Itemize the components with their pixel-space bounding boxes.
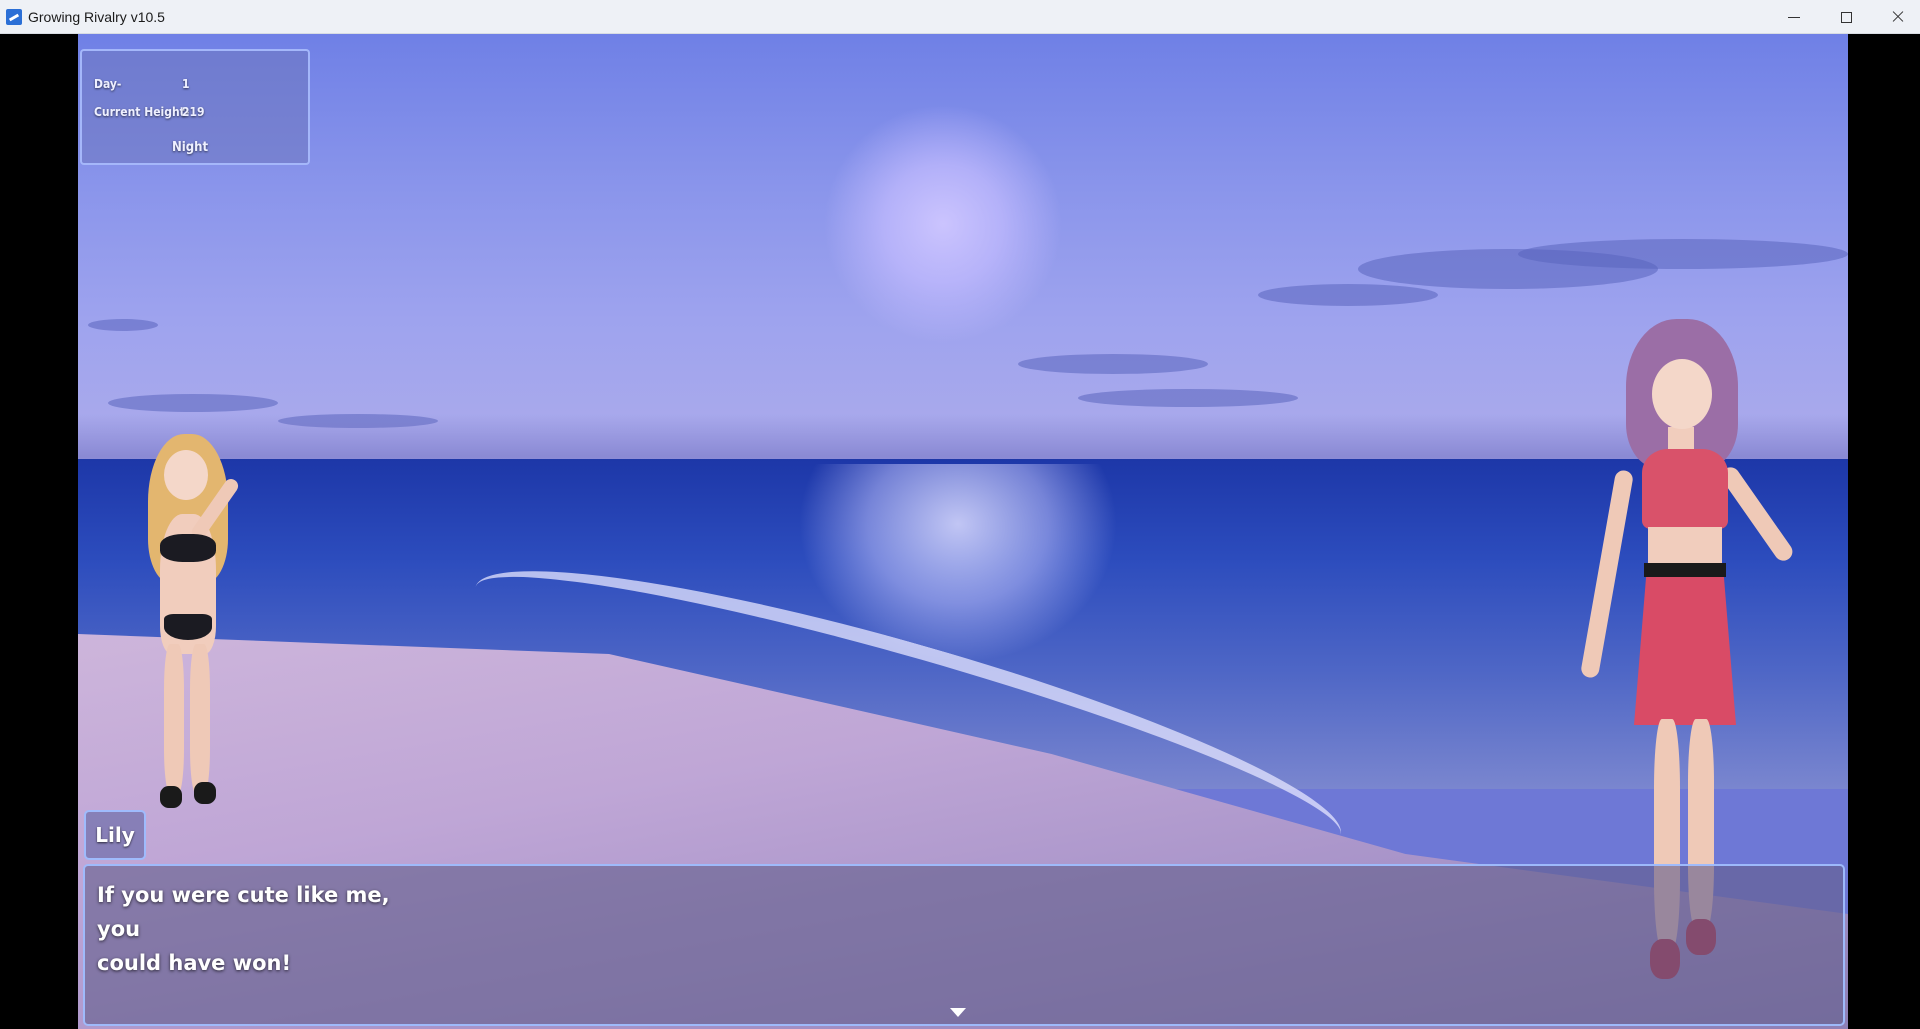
- cloud: [1018, 354, 1208, 374]
- character-top: [1642, 449, 1728, 529]
- window-title: Growing Rivalry v10.5: [28, 9, 165, 25]
- maximize-button[interactable]: [1820, 0, 1872, 34]
- character-face: [164, 450, 208, 500]
- cloud: [1258, 284, 1438, 306]
- minimize-icon: [1788, 16, 1800, 18]
- cloud: [1078, 389, 1298, 407]
- minimize-button[interactable]: [1768, 0, 1820, 34]
- character-shoe: [160, 786, 182, 808]
- character-arm: [1579, 469, 1635, 679]
- dialog-line: could have won!: [97, 951, 292, 975]
- character-blonde-bikini: [128, 434, 268, 814]
- continue-arrow-icon[interactable]: [950, 1008, 966, 1017]
- character-skirt: [1634, 575, 1736, 725]
- close-icon: [1891, 10, 1905, 24]
- character-midriff: [1648, 527, 1722, 567]
- dialog-line: If you were cute like me, you: [97, 883, 390, 941]
- character-face: [1652, 359, 1712, 429]
- maximize-icon: [1840, 11, 1852, 23]
- day-value: 1: [182, 77, 190, 91]
- cloud: [88, 319, 158, 331]
- status-hud: Day- 1 Current Height- 219 Night: [80, 49, 310, 165]
- character-bikini-bottom: [164, 614, 212, 640]
- character-shoe: [194, 782, 216, 804]
- dialog-box[interactable]: If you were cute like me, you could have…: [83, 864, 1845, 1026]
- window-titlebar: Growing Rivalry v10.5: [0, 0, 1920, 34]
- speaker-name-box: Lily: [84, 810, 146, 860]
- height-value: 219: [182, 105, 205, 119]
- game-viewport[interactable]: Day- 1 Current Height- 219 Night Lily If…: [78, 34, 1848, 1029]
- app-icon: [6, 9, 22, 25]
- height-label: Current Height-: [94, 105, 190, 119]
- character-leg: [164, 644, 184, 794]
- dialog-text: If you were cute like me, you could have…: [97, 878, 397, 980]
- character-arm: [1718, 463, 1796, 565]
- character-bikini-top: [160, 534, 216, 562]
- character-belt: [1644, 563, 1726, 577]
- character-leg: [190, 644, 210, 794]
- speaker-name: Lily: [95, 823, 135, 847]
- day-label: Day-: [94, 77, 122, 91]
- cloud: [108, 394, 278, 412]
- cloud: [1518, 239, 1848, 269]
- moon: [823, 104, 1063, 344]
- time-of-day: Night: [172, 140, 209, 155]
- close-button[interactable]: [1872, 0, 1920, 34]
